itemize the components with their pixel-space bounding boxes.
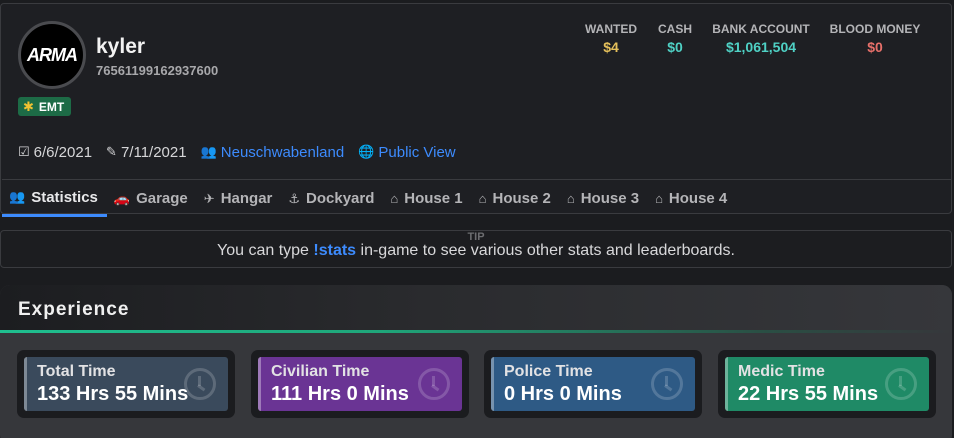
time-label: Medic Time xyxy=(738,363,825,380)
time-label: Civilian Time xyxy=(271,363,370,380)
tab-statistics[interactable]: 👥 Statistics xyxy=(2,180,107,217)
civilian-time-card: Civilian Time 111 Hrs 0 Mins xyxy=(251,350,469,418)
stat-label: CASH xyxy=(657,22,692,36)
time-label: Total Time xyxy=(37,363,116,380)
calendar-check-icon: ☑ xyxy=(18,144,30,159)
tab-house-3[interactable]: ⌂ House 3 xyxy=(560,180,648,217)
users-icon: 👥 xyxy=(9,189,26,204)
time-value: 133 Hrs 55 Mins xyxy=(37,383,189,405)
tip-command: !stats xyxy=(313,242,357,259)
profile-card: ARMA kyler 76561199162937600 ✱ EMT WANTE… xyxy=(0,3,952,217)
tab-dockyard[interactable]: ⚓ Dockyard xyxy=(281,180,383,217)
police-time-panel: Police Time 0 Hrs 0 Mins xyxy=(491,357,695,411)
tab-house-2[interactable]: ⌂ House 2 xyxy=(472,180,560,217)
experience-header: Experience xyxy=(0,285,952,330)
role-badge: ✱ EMT xyxy=(18,97,72,116)
warehouse-icon: ⌂ xyxy=(655,191,663,206)
tab-hangar[interactable]: ✈ Hangar xyxy=(197,180,282,217)
anchor-icon: ⚓ xyxy=(288,190,301,206)
stat-label: WANTED xyxy=(585,22,637,36)
tab-label: Statistics xyxy=(31,188,98,206)
username: kyler xyxy=(96,35,146,58)
last-seen-date: ✎ 7/11/2021 xyxy=(106,144,187,161)
edit-icon: ✎ xyxy=(106,144,117,159)
stat-bank-account: BANK ACCOUNT $1,061,504 xyxy=(709,22,813,55)
warehouse-icon: ⌂ xyxy=(390,191,399,206)
arma-logo: ARMA xyxy=(27,44,78,65)
stat-label: BLOOD MONEY xyxy=(829,22,921,36)
tab-label: Garage xyxy=(136,190,188,207)
stat-label: BANK ACCOUNT xyxy=(712,22,810,36)
profile-tabs: 👥 Statistics 🚗 Garage ✈ Hangar ⚓ Dockyar… xyxy=(2,179,952,217)
tab-house-4[interactable]: ⌂ House 4 xyxy=(648,180,736,217)
clock-icon xyxy=(651,368,683,400)
time-label: Police Time xyxy=(504,363,593,380)
tab-garage[interactable]: 🚗 Garage xyxy=(107,180,197,217)
tab-house-1[interactable]: ⌂ House 1 xyxy=(383,180,471,217)
stat-value: $0 xyxy=(867,39,883,55)
joined-date-text: 6/6/2021 xyxy=(33,143,93,161)
stat-wanted: WANTED $4 xyxy=(581,22,641,55)
tip-text-before: You can type xyxy=(217,242,314,259)
stat-blood-money: BLOOD MONEY $0 xyxy=(827,22,923,55)
car-icon: 🚗 xyxy=(113,190,131,206)
experience-divider xyxy=(0,330,952,333)
tab-label: Hangar xyxy=(220,190,273,207)
users-icon: 👥 xyxy=(200,144,217,159)
clock-icon xyxy=(418,368,450,400)
time-value: 0 Hrs 0 Mins xyxy=(504,383,622,405)
public-view-link[interactable]: 🌐 Public View xyxy=(358,144,455,161)
stat-cash: CASH $0 xyxy=(653,22,697,55)
stat-value: $4 xyxy=(603,39,619,55)
public-view-text[interactable]: Public View xyxy=(378,144,455,161)
tab-label: House 3 xyxy=(580,190,640,207)
tip-text: You can type !stats in-game to see vario… xyxy=(1,242,951,260)
time-value: 111 Hrs 0 Mins xyxy=(271,383,409,405)
total-time-card: Total Time 133 Hrs 55 Mins xyxy=(17,350,235,418)
tip-box: TIP You can type !stats in-game to see v… xyxy=(0,230,952,268)
tab-label: House 4 xyxy=(668,190,728,207)
tab-label: House 1 xyxy=(404,190,463,207)
group-link-text[interactable]: Neuschwabenland xyxy=(221,144,344,161)
tip-text-after: in-game to see various other stats and l… xyxy=(356,242,735,259)
warehouse-icon: ⌂ xyxy=(478,191,487,206)
clock-icon xyxy=(184,368,216,400)
tab-label: House 2 xyxy=(492,190,551,207)
avatar: ARMA xyxy=(18,21,86,89)
police-time-card: Police Time 0 Hrs 0 Mins xyxy=(484,350,702,418)
group-link[interactable]: 👥 Neuschwabenland xyxy=(201,144,345,161)
total-time-panel: Total Time 133 Hrs 55 Mins xyxy=(24,357,228,411)
steam-id: 76561199162937600 xyxy=(96,63,219,78)
joined-date: ☑ 6/6/2021 xyxy=(18,144,92,161)
experience-title: Experience xyxy=(18,299,130,320)
clock-icon xyxy=(885,368,917,400)
civilian-time-panel: Civilian Time 111 Hrs 0 Mins xyxy=(258,357,462,411)
time-value: 22 Hrs 55 Mins xyxy=(738,383,879,405)
medic-time-panel: Medic Time 22 Hrs 55 Mins xyxy=(725,357,929,411)
stat-value: $1,061,504 xyxy=(725,39,797,55)
helicopter-icon: ✈ xyxy=(203,190,215,206)
role-badge-label: EMT xyxy=(38,99,65,114)
tab-label: Dockyard xyxy=(306,190,375,207)
last-seen-date-text: 7/11/2021 xyxy=(120,143,187,161)
globe-icon: 🌐 xyxy=(358,144,375,159)
warehouse-icon: ⌂ xyxy=(566,191,575,206)
meta-row: ☑ 6/6/2021 ✎ 7/11/2021 👥 Neuschwabenland… xyxy=(18,142,470,162)
asterisk-icon: ✱ xyxy=(23,98,34,114)
medic-time-card: Medic Time 22 Hrs 55 Mins xyxy=(718,350,936,418)
stat-value: $0 xyxy=(667,39,683,55)
